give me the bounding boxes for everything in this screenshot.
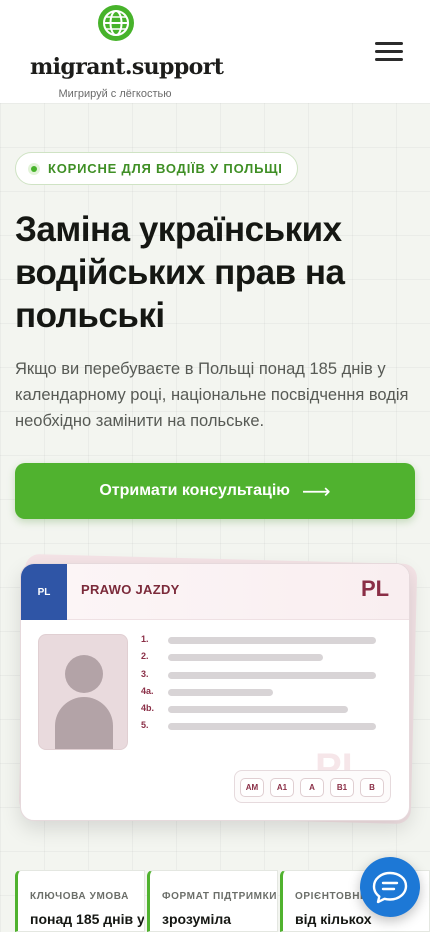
license-categories: AM A1 A B1 B [234, 770, 391, 803]
category-tag: AM [240, 778, 264, 797]
brand-tagline: Мигрируй с лёгкостью [58, 88, 172, 100]
category-tag: B [360, 778, 384, 797]
consultation-button-label: Отримати консультацію [99, 482, 290, 499]
globe-icon [98, 5, 134, 41]
license-heading: PRAWO JAZDY [81, 582, 180, 597]
license-field: 1. [141, 634, 391, 646]
fact-label: КЛЮЧОВА УМОВА [30, 891, 129, 902]
logo[interactable]: migrant.support Мигрируй с лёгкостью [30, 4, 224, 102]
consultation-button[interactable]: Отримати консультацію ⟶ [15, 463, 415, 519]
fact-value: понад 185 днів у [30, 911, 145, 927]
license-card-header: PL PRAWO JAZDY PL [21, 564, 409, 620]
arrow-right-icon: ⟶ [301, 480, 331, 503]
status-dot-icon [28, 162, 40, 175]
hero-section: КОРИСНЕ ДЛЯ ВОДІЇВ У ПОЛЬЩІ Заміна украї… [0, 103, 430, 932]
site-header: migrant.support Мигрируй с лёгкостью [0, 0, 430, 103]
chat-button[interactable] [360, 857, 420, 917]
category-tag: A [300, 778, 324, 797]
license-card-illustration: PL PRAWO JAZDY PL PL 1. 2. 3. 4a. 4b. 5.… [20, 563, 410, 821]
country-code-box: PL [21, 564, 67, 620]
person-photo-icon [38, 634, 128, 750]
brand-name: migrant.support [30, 54, 224, 80]
license-field: 3. [141, 669, 391, 681]
license-field: 5. [141, 720, 391, 732]
country-code-large: PL [361, 576, 390, 601]
hamburger-menu-icon[interactable] [370, 36, 408, 68]
fact-label: ФОРМАТ ПІДТРИМКИ [162, 891, 278, 902]
badge-label: КОРИСНЕ ДЛЯ ВОДІЇВ У ПОЛЬЩІ [48, 161, 283, 176]
fact-card: ФОРМАТ ПІДТРИМКИ зрозуміла [147, 870, 278, 932]
category-tag: B1 [330, 778, 354, 797]
page-title: Заміна українських водійських прав на по… [15, 210, 345, 335]
license-field: 4a. [141, 686, 391, 698]
fact-card: КЛЮЧОВА УМОВА понад 185 днів у [15, 870, 145, 932]
license-field: 2. [141, 651, 391, 663]
license-field: 4b. [141, 703, 391, 715]
category-tag: A1 [270, 778, 294, 797]
category-badge: КОРИСНЕ ДЛЯ ВОДІЇВ У ПОЛЬЩІ [15, 152, 298, 185]
page-description: Якщо ви перебуваєте в Польщі понад 185 д… [15, 360, 409, 430]
chat-bubble-icon [372, 871, 408, 904]
fact-value: зрозуміла [162, 911, 232, 927]
